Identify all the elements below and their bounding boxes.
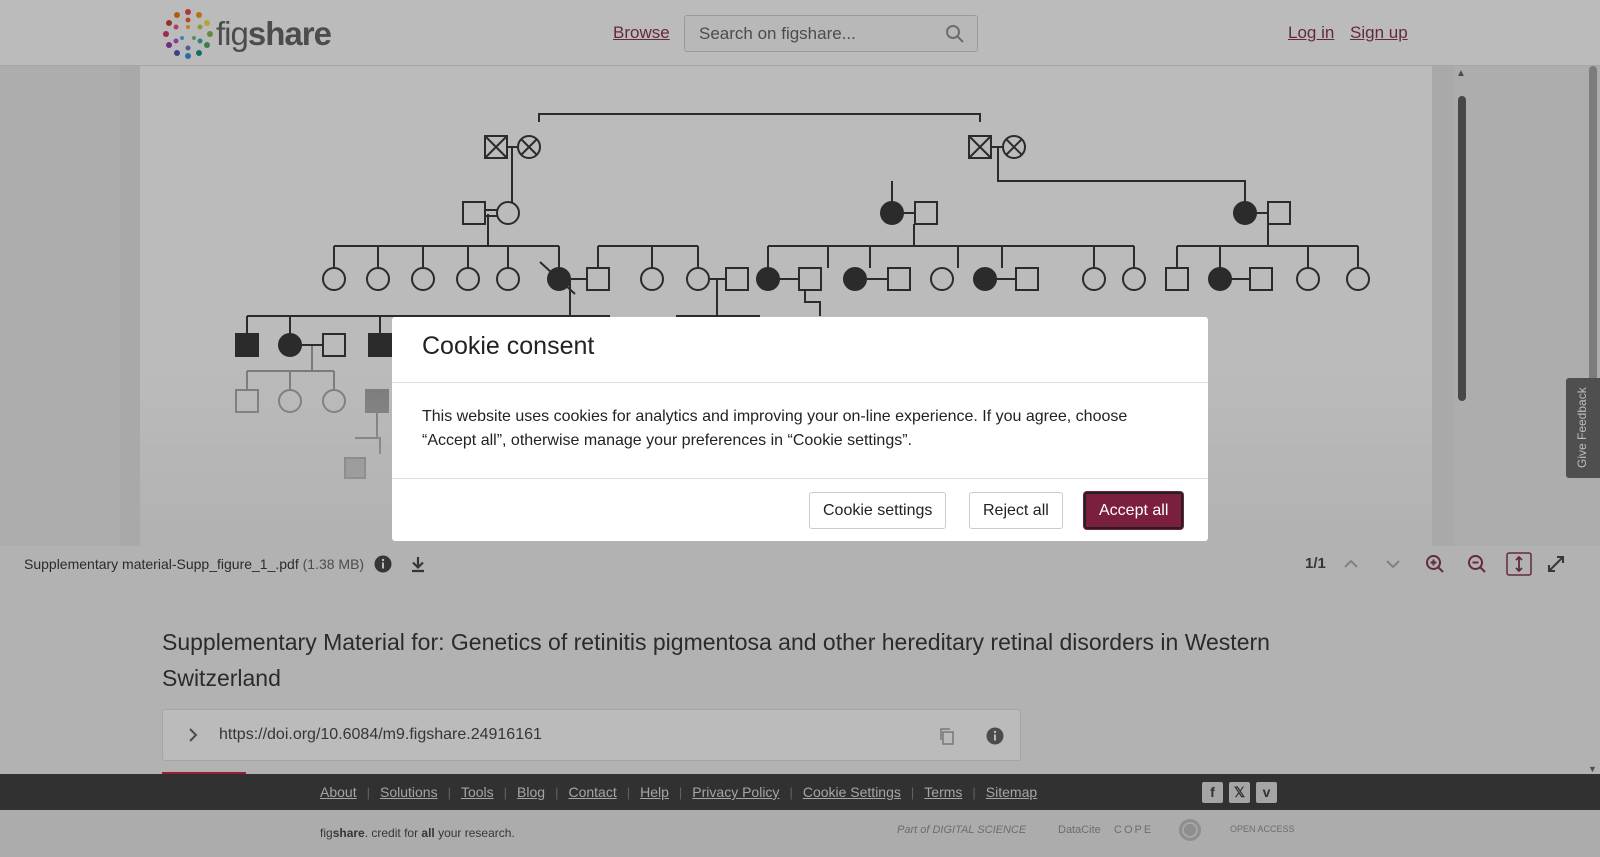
accept-all-button[interactable]: Accept all: [1084, 492, 1184, 529]
cookie-dialog-body: This website uses cookies for analytics …: [392, 383, 1208, 479]
cookie-dialog-footer: Cookie settings Reject all Accept all: [392, 479, 1208, 541]
cookie-dialog-header: Cookie consent: [392, 317, 1208, 383]
cookie-dialog-title: Cookie consent: [422, 332, 595, 360]
cookie-consent-dialog: Cookie consent This website uses cookies…: [392, 317, 1208, 541]
cookie-settings-button[interactable]: Cookie settings: [809, 492, 947, 529]
reject-all-button[interactable]: Reject all: [969, 492, 1063, 529]
